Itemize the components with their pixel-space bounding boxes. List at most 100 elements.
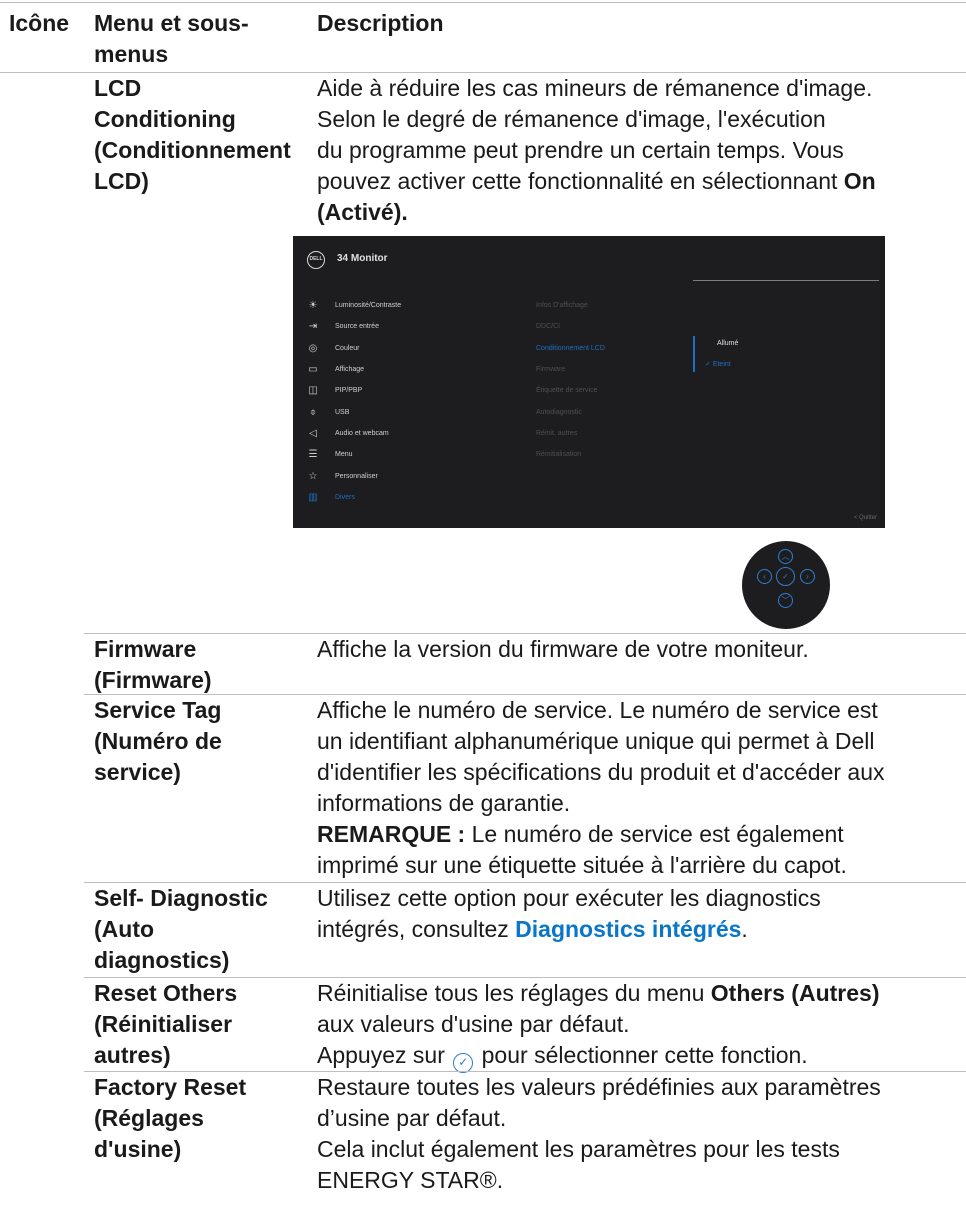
osd-title: 34 Monitor [337,253,388,264]
display-icon: ▭ [308,364,318,376]
lcd-name-4: LCD) [94,168,149,194]
resetothers-desc-2: aux valeurs d'usine par défaut. [317,1011,630,1037]
lcd-desc-2: Selon le degré de rémanence d'image, l'e… [317,106,826,132]
service-name-2: (Numéro de [94,728,222,754]
resetothers-desc-pre: Appuyez sur [317,1042,452,1068]
osd-menu-label: Affichage [335,366,365,374]
joystick-left-icon: ‹ [757,569,772,584]
lcd-desc-1: Aide à réduire les cas mineurs de rémane… [317,75,873,101]
osd-menu-label: Personnaliser [335,472,378,480]
lcd-desc-5: (Activé). [317,199,408,225]
osd-menu-item-audio[interactable]: ◁ Audio et webcam [305,423,401,444]
resetothers-desc-3: Appuyez sur ✓ pour sélectionner cette fo… [317,1040,808,1073]
header-menu: Menu et sous-menus [94,10,249,67]
osd-menu-item-usb[interactable]: ⌽ USB [305,401,401,422]
service-note-2: imprimé sur une étiquette située à l'arr… [317,852,847,878]
service-desc-2: un identifiant alphanumérique unique qui… [317,728,875,754]
factory-name-1: Factory Reset [94,1074,247,1100]
firmware-name-2: (Firmware) [94,667,212,693]
lcd-desc-4-on: On [843,168,876,194]
others-icon: ▥ [308,491,318,503]
osd-menu-item-personalize[interactable]: ☆ Personnaliser [305,465,401,486]
header-icon: Icône [9,10,70,36]
osd-menu-item-input[interactable]: ⇥ Source entrée [305,316,401,337]
osd-menu-label: Divers [335,493,355,501]
color-icon: ◎ [308,342,318,354]
osd-menu-item-brightness[interactable]: ☀ Luminosité/Contraste [305,295,402,316]
check-icon: ✓ [705,361,713,368]
note-label: REMARQUE : [317,821,466,847]
osd-selection-bar [693,336,695,372]
osd-sub-item-lcd[interactable]: Conditionnement LCD [536,338,605,359]
star-icon: ☆ [308,470,318,482]
factory-name-3: d'usine) [94,1136,182,1162]
lcd-name-1: LCD [94,75,142,101]
resetothers-desc-text: Réinitialise tous les réglages du menu [317,980,711,1006]
osd-menu-label: Audio et webcam [335,429,389,437]
osd-menu-item-others[interactable]: ▥ Divers [305,487,401,508]
service-desc-3: d'identifier les spécifications du produ… [317,759,885,785]
osd-menu-item-pip[interactable]: ◫ PIP/PBP [305,380,401,401]
input-source-icon: ⇥ [308,321,318,333]
osd-option-on[interactable]: Allumé [717,340,738,347]
service-desc-1: Affiche le numéro de service. Le numéro … [317,697,878,723]
selfdiag-desc-2: intégrés, consultez Diagnostics intégrés… [317,914,748,945]
osd-menu-label: Source entrée [335,323,379,331]
resetothers-name-2: (Réinitialiser [94,1011,233,1037]
resetothers-desc-bold: Others (Autres) [710,980,880,1006]
selfdiag-name-3: diagnostics) [94,947,230,973]
osd-screenshot: DELL 34 Monitor ☀ Luminosité/Contraste ⇥ S… [293,236,885,528]
firmware-name-1: Firmware [94,636,197,662]
joystick-right-icon: › [800,569,815,584]
diagnostics-link[interactable]: Diagnostics intégrés [515,916,741,942]
lcd-desc-4: pouvez activer cette fonctionnalité en s… [317,166,876,197]
osd-menu-item-menu[interactable]: ☰ Menu [305,444,401,465]
lcd-name-3: (Conditionnement [94,137,291,163]
osd-sub-item[interactable]: Réinitialisation [536,444,605,465]
dell-logo: DELL [307,251,325,269]
note-text: Le numéro de service est également [465,821,844,847]
osd-quit[interactable]: < Quitter [854,515,877,521]
osd-menu-item-color[interactable]: ◎ Couleur [305,338,401,359]
osd-option-off-label: Eteint [712,361,731,368]
osd-main-menu: ☀ Luminosité/Contraste ⇥ Source entrée ◎ Co… [305,295,401,508]
resetothers-name-1: Reset Others [94,980,238,1006]
factory-desc-2: d’usine par défaut. [317,1105,507,1131]
resetothers-desc-1: Réinitialise tous les réglages du menu O… [317,978,879,1009]
factory-desc-1: Restaure toutes les valeurs prédéfinies … [317,1074,881,1100]
osd-submenu: Infos D'affichage DDC/CI Conditionnement… [536,295,605,465]
osd-sub-item[interactable]: Autodiagnostic [536,401,605,422]
selfdiag-desc-1: Utilisez cette option pour exécuter les … [317,885,821,911]
resetothers-name-3: autres) [94,1042,171,1068]
osd-menu-label: Couleur [335,344,360,352]
osd-sub-item[interactable]: Firmware [536,359,605,380]
firmware-desc: Affiche la version du firmware de votre … [317,636,809,662]
osd-menu-label: Luminosité/Contraste [335,302,402,310]
menu-icon: ☰ [308,449,318,461]
osd-sub-item[interactable]: DDC/CI [536,316,605,337]
selfdiag-name-2: (Auto [94,916,155,942]
pip-pbp-icon: ◫ [308,385,318,397]
service-desc-4: informations de garantie. [317,790,571,816]
joystick-ok-icon: ✓ [776,567,795,586]
selfdiag-desc-end: . [741,916,748,942]
header-description: Description [317,10,444,36]
service-name-3: service) [94,759,181,785]
osd-option-off[interactable]: ✓ Eteint [705,360,731,368]
osd-menu-label: USB [335,408,350,416]
osd-sub-item[interactable]: Réinit. autres [536,423,605,444]
resetothers-desc-post: pour sélectionner cette fonction. [475,1042,808,1068]
osd-menu-label: PIP/PBP [335,387,363,395]
table-top-rule [0,2,966,3]
osd-sub-item[interactable]: Étiquette de service [536,380,605,401]
osd-menu-label: Menu [335,451,353,459]
factory-name-2: (Réglages [94,1105,204,1131]
usb-icon: ⌽ [310,406,316,418]
service-name-1: Service Tag [94,697,222,723]
joystick-down-icon: ﹀ [778,593,793,608]
joystick-up-icon: ︿ [778,549,793,564]
audio-icon: ◁ [309,427,317,439]
osd-sub-item[interactable]: Infos D'affichage [536,295,605,316]
osd-title-rule [693,280,879,281]
osd-menu-item-display[interactable]: ▭ Affichage [305,359,401,380]
